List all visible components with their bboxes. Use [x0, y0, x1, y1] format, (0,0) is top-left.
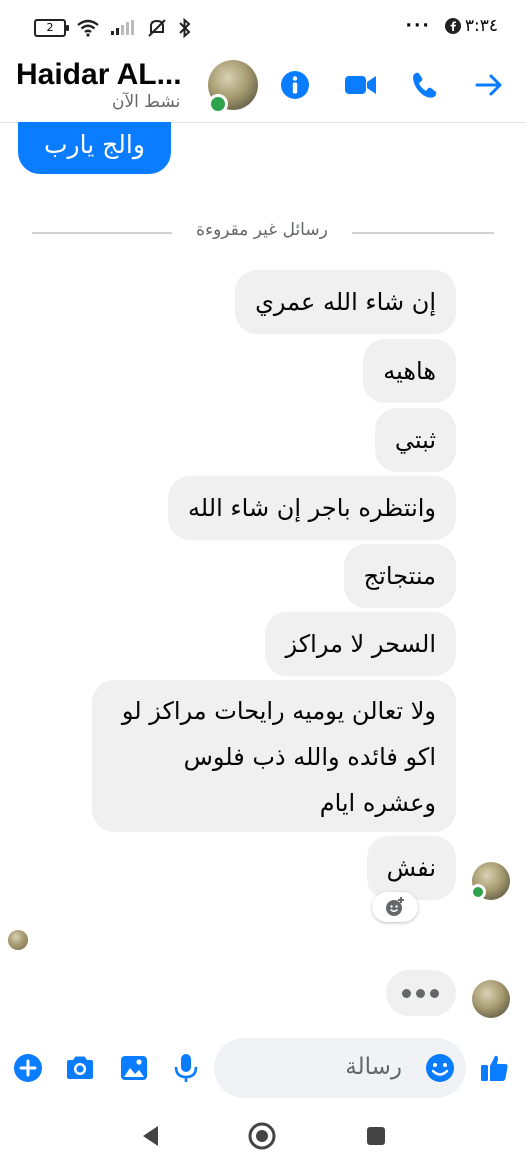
- typing-dot: [402, 989, 411, 998]
- received-message-bubble[interactable]: هاهيه: [363, 339, 456, 403]
- facebook-icon: [444, 18, 461, 34]
- wifi-icon: [77, 19, 99, 37]
- chat-header: Haidar AL... نشط الآن: [0, 52, 526, 123]
- status-bar: 2 ··· ٣:٣٤: [0, 0, 526, 52]
- received-message-bubble[interactable]: ثبتي: [374, 408, 456, 472]
- like-icon[interactable]: [478, 1052, 510, 1084]
- back-nav-icon[interactable]: [140, 1124, 160, 1148]
- bluetooth-icon: [179, 18, 191, 38]
- divider-line-left: [32, 232, 172, 234]
- unread-divider: رسائل غير مقروءة: [32, 218, 494, 248]
- camera-icon[interactable]: [64, 1052, 96, 1084]
- phone-icon[interactable]: [410, 70, 440, 100]
- online-indicator: [208, 94, 228, 114]
- typing-dot: [430, 989, 439, 998]
- received-message-bubble[interactable]: ولا تعالن يوميه رايحات مراكز لو اكو فائد…: [92, 680, 456, 832]
- add-reaction-button[interactable]: [372, 892, 418, 922]
- received-message-bubble[interactable]: وانتظره باجر إن شاء الله: [167, 476, 456, 540]
- divider-line-right: [352, 232, 494, 234]
- sent-message-bubble[interactable]: والج يارب: [18, 122, 171, 174]
- received-message-bubble[interactable]: السحر لا مراكز: [265, 612, 456, 676]
- emoji-add-icon: [386, 897, 404, 916]
- gallery-icon[interactable]: [118, 1052, 150, 1084]
- emoji-icon[interactable]: [424, 1052, 456, 1084]
- contact-name[interactable]: Haidar AL...: [16, 58, 182, 92]
- info-icon[interactable]: [280, 70, 310, 100]
- seen-avatar: [8, 930, 28, 950]
- more-dots-icon: ···: [405, 16, 431, 36]
- video-call-icon[interactable]: [344, 70, 378, 100]
- received-message-bubble[interactable]: منتجاتج: [343, 544, 456, 608]
- message-placeholder: رسالة: [345, 1054, 402, 1080]
- message-composer: رسالة: [0, 1034, 526, 1104]
- recents-nav-icon[interactable]: [366, 1126, 386, 1146]
- typing-indicator: [386, 970, 456, 1016]
- signal-icon: [111, 20, 134, 35]
- plus-icon[interactable]: [12, 1052, 44, 1084]
- mic-icon[interactable]: [170, 1052, 202, 1084]
- battery-icon: 2: [34, 19, 69, 37]
- system-nav-bar: [0, 1104, 526, 1169]
- active-status: نشط الآن: [112, 92, 181, 112]
- typing-dot: [416, 989, 425, 998]
- forward-arrow-icon[interactable]: [474, 70, 504, 100]
- message-input[interactable]: رسالة: [214, 1038, 466, 1098]
- received-message-bubble[interactable]: نفش: [366, 836, 456, 900]
- mute-icon: [148, 19, 166, 37]
- clock-time: ٣:٣٤: [464, 16, 498, 36]
- unread-label: رسائل غير مقروءة: [196, 220, 328, 240]
- home-nav-icon[interactable]: [248, 1122, 276, 1150]
- typing-avatar: [472, 980, 510, 1018]
- online-indicator: [470, 884, 486, 900]
- received-message-bubble[interactable]: إن شاء الله عمري: [235, 270, 456, 334]
